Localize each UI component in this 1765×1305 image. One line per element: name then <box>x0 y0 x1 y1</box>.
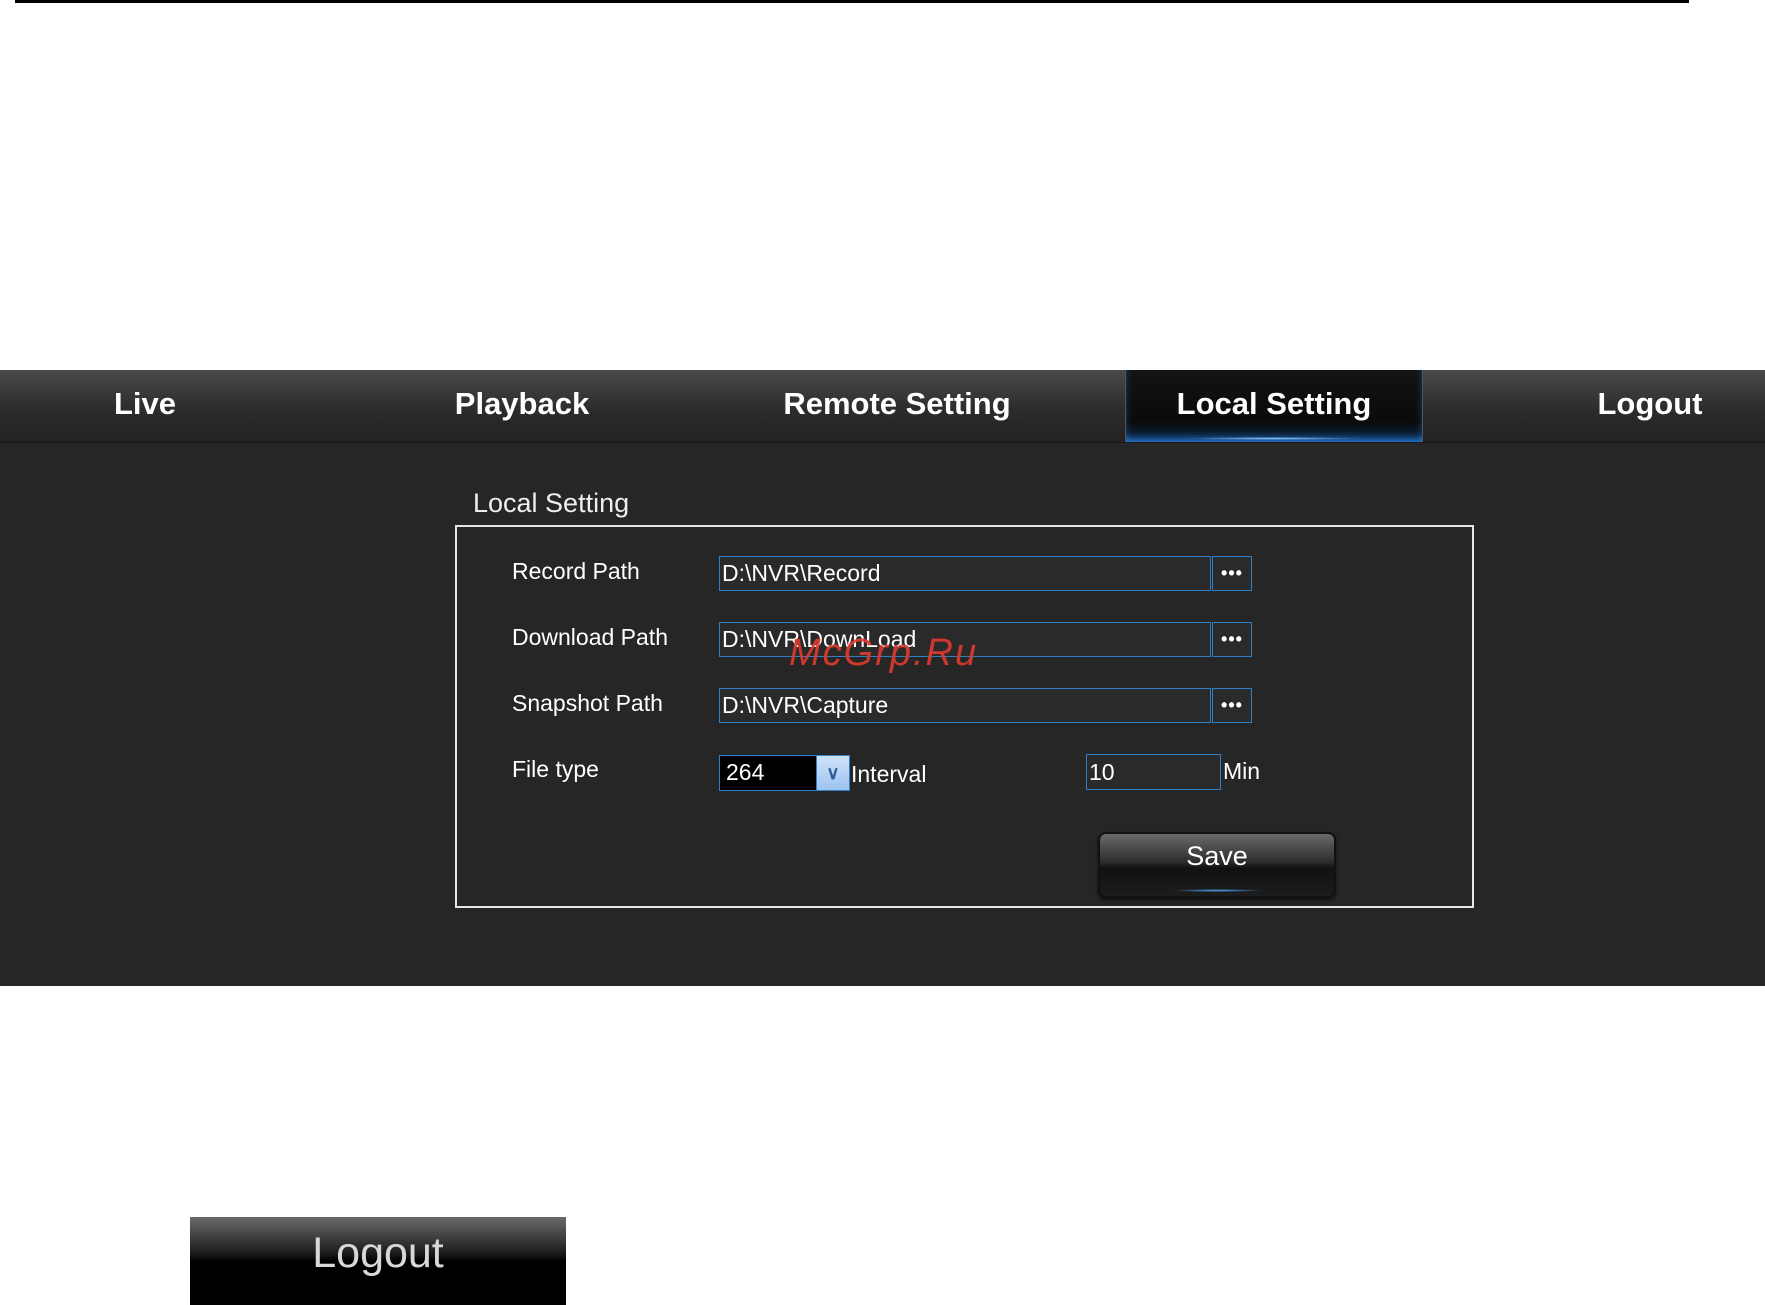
nvr-web-client: Live Playback Remote Setting Local Setti… <box>0 370 1765 986</box>
nav-tab-live[interactable]: Live <box>45 370 245 442</box>
main-nav-bar: Live Playback Remote Setting Local Setti… <box>0 370 1765 443</box>
snapshot-path-browse-button[interactable]: ••• <box>1212 688 1252 723</box>
download-path-browse-button[interactable]: ••• <box>1212 622 1252 657</box>
file-type-label: File type <box>512 756 599 782</box>
file-type-selected-value: 264 <box>726 759 765 785</box>
record-path-browse-button[interactable]: ••• <box>1212 556 1252 591</box>
top-divider <box>15 0 1689 3</box>
nav-tab-playback[interactable]: Playback <box>402 370 642 442</box>
snapshot-path-label: Snapshot Path <box>512 690 663 716</box>
section-title: Local Setting <box>473 488 630 518</box>
interval-input[interactable] <box>1086 754 1221 790</box>
interval-unit-label: Min <box>1223 758 1261 784</box>
record-path-input[interactable] <box>719 556 1211 591</box>
interval-label: Interval <box>851 761 927 787</box>
logout-button-sample[interactable]: Logout <box>190 1217 566 1305</box>
record-path-label: Record Path <box>512 558 640 584</box>
chevron-down-icon[interactable]: ∨ <box>816 756 849 790</box>
nav-tab-local-setting[interactable]: Local Setting <box>1125 370 1423 442</box>
save-button[interactable]: Save <box>1098 832 1336 898</box>
download-path-input[interactable] <box>719 622 1211 657</box>
nav-tab-logout[interactable]: Logout <box>1565 370 1735 442</box>
nav-tab-remote-setting[interactable]: Remote Setting <box>757 370 1037 442</box>
snapshot-path-input[interactable] <box>719 688 1211 723</box>
download-path-label: Download Path <box>512 624 668 650</box>
file-type-select[interactable]: 264 ∨ <box>719 755 850 791</box>
